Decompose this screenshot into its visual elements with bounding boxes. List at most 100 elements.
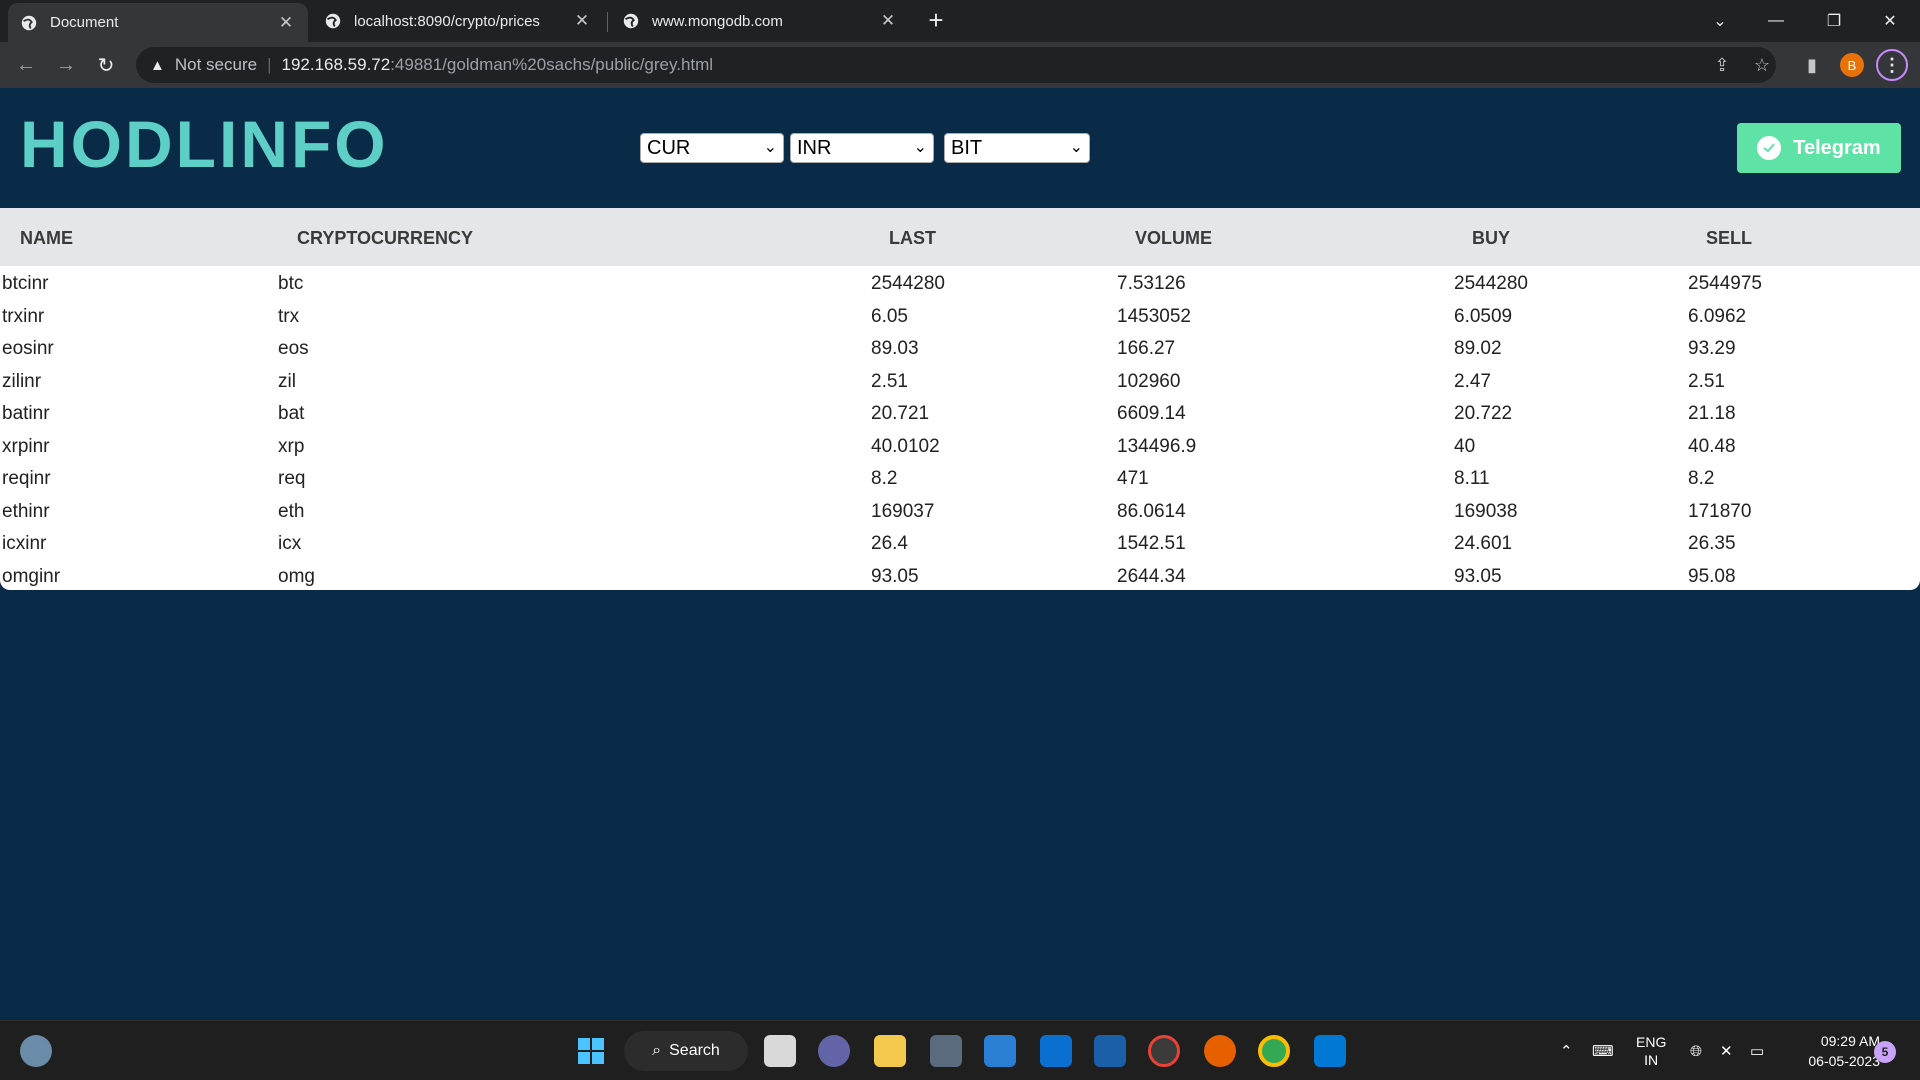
table-row: batinr bat 20.721 6609.14 20.722 21.18 bbox=[0, 396, 1920, 429]
tab-separator bbox=[607, 12, 608, 32]
cell-buy: 2544280 bbox=[1454, 273, 1528, 294]
cell-buy: 93.05 bbox=[1454, 565, 1502, 587]
telegram-label: Telegram bbox=[1793, 136, 1881, 159]
cell-sell: 171870 bbox=[1688, 500, 1752, 522]
cell-cryptocurrency: trx bbox=[278, 305, 300, 327]
bookmark-star-icon[interactable]: ☆ bbox=[1746, 49, 1778, 81]
tab-document[interactable]: Document ✕ bbox=[8, 3, 308, 42]
side-panel-icon[interactable]: ▮ bbox=[1796, 49, 1828, 81]
fiat-select-value: INR bbox=[797, 136, 832, 159]
tab-crypto-prices[interactable]: localhost:8090/crypto/prices ✕ bbox=[312, 0, 604, 42]
cell-name: icxinr bbox=[2, 533, 47, 554]
notification-badge[interactable]: 5 bbox=[1874, 1041, 1896, 1063]
cell-sell: 40.48 bbox=[1688, 435, 1736, 457]
battery-icon[interactable]: ▭ bbox=[1750, 1021, 1764, 1080]
store-icon[interactable] bbox=[1040, 1035, 1072, 1067]
cell-buy: 20.722 bbox=[1454, 403, 1513, 424]
taskbar-search[interactable]: ⌕ Search bbox=[624, 1031, 748, 1071]
teams-icon[interactable] bbox=[818, 1035, 850, 1067]
cell-last: 40.0102 bbox=[871, 435, 940, 457]
globe-icon bbox=[21, 15, 37, 30]
cell-sell: 93.29 bbox=[1688, 338, 1736, 359]
cell-volume: 7.53126 bbox=[1117, 273, 1186, 294]
close-icon[interactable]: ✕ bbox=[878, 11, 898, 31]
header-buy: BUY bbox=[1472, 228, 1511, 248]
header-name: NAME bbox=[20, 228, 73, 248]
tab-search-icon[interactable]: ⌄ bbox=[1692, 0, 1748, 42]
vscode-icon[interactable] bbox=[1314, 1035, 1346, 1067]
cell-cryptocurrency: btc bbox=[278, 273, 304, 294]
task-view-icon[interactable] bbox=[764, 1035, 796, 1067]
table-row: eosinr eos 89.03 166.27 89.02 93.29 bbox=[0, 331, 1920, 364]
cell-cryptocurrency: omg bbox=[278, 565, 315, 587]
cell-buy: 40 bbox=[1454, 435, 1476, 457]
restore-icon[interactable]: ❐ bbox=[1806, 0, 1862, 42]
cell-name: eosinr bbox=[2, 338, 54, 359]
globe-icon bbox=[325, 13, 341, 29]
share-icon[interactable]: ⇪ bbox=[1706, 49, 1738, 81]
new-tab-button[interactable]: + bbox=[920, 4, 952, 36]
prime-video-icon[interactable] bbox=[1094, 1035, 1126, 1067]
chrome-profile-icon[interactable] bbox=[1148, 1035, 1180, 1067]
firefox-icon[interactable] bbox=[1204, 1035, 1236, 1067]
network-icon[interactable]: 🌐︎ bbox=[1690, 1021, 1702, 1080]
table-row: btcinr btc 2544280 7.53126 2544280 2544975 bbox=[0, 266, 1920, 299]
tray-chevron-icon[interactable]: ⌃ bbox=[1560, 1021, 1573, 1080]
header-last: LAST bbox=[889, 228, 936, 248]
prices-table: NAME CRYPTOCURRENCY LAST VOLUME BUY SELL… bbox=[0, 208, 1920, 590]
reload-icon[interactable]: ↻ bbox=[90, 49, 122, 81]
volume-icon[interactable]: ✕ bbox=[1720, 1021, 1733, 1080]
mail-icon[interactable] bbox=[984, 1035, 1016, 1067]
cell-sell: 2.51 bbox=[1688, 370, 1725, 392]
cell-volume: 471 bbox=[1117, 468, 1149, 489]
telegram-button[interactable]: Telegram bbox=[1737, 123, 1901, 173]
page-header: HODLINFO CUR ⌄ INR ⌄ BIT ⌄ Telegram bbox=[0, 88, 1920, 208]
cell-volume: 166.27 bbox=[1117, 338, 1176, 359]
cell-last: 169037 bbox=[871, 500, 935, 522]
language-line2: IN bbox=[1644, 1052, 1659, 1068]
cell-name: ethinr bbox=[2, 500, 50, 522]
table-body: btcinr btc 2544280 7.53126 2544280 2544975 trx… bbox=[0, 266, 1920, 590]
clock[interactable]: 09:29 AM 06-05-2023 bbox=[1784, 1031, 1880, 1071]
file-explorer-icon[interactable] bbox=[874, 1035, 906, 1067]
cell-sell: 8.2 bbox=[1688, 468, 1715, 489]
coin-select[interactable]: BIT ⌄ bbox=[944, 133, 1090, 163]
table-row: xrpinr xrp 40.0102 134496.9 40 40.48 bbox=[0, 429, 1920, 462]
tab-mongodb[interactable]: www.mongodb.com ✕ bbox=[610, 0, 910, 42]
cell-volume: 1542.51 bbox=[1117, 533, 1186, 554]
weather-icon[interactable] bbox=[20, 1035, 52, 1067]
telegram-icon bbox=[1757, 136, 1782, 160]
start-icon[interactable] bbox=[575, 1035, 607, 1067]
minimize-icon[interactable]: — bbox=[1748, 0, 1804, 42]
menu-kebab-icon[interactable]: ⋮ bbox=[1876, 49, 1908, 81]
close-icon[interactable]: ✕ bbox=[572, 11, 592, 31]
search-icon: ⌕ bbox=[652, 1042, 662, 1059]
fiat-select[interactable]: INR ⌄ bbox=[790, 133, 934, 163]
window-close-icon[interactable]: ✕ bbox=[1862, 0, 1918, 42]
cell-name: reqinr bbox=[2, 468, 51, 489]
forward-icon[interactable]: → bbox=[50, 49, 82, 81]
cell-last: 89.03 bbox=[871, 338, 919, 359]
chevron-down-icon: ⌄ bbox=[913, 139, 927, 156]
cell-last: 2.51 bbox=[871, 370, 908, 392]
currency-select-value: CUR bbox=[647, 136, 691, 159]
cell-volume: 2644.34 bbox=[1117, 565, 1186, 587]
close-icon[interactable]: ✕ bbox=[276, 13, 296, 33]
keyboard-icon[interactable]: ⌨ bbox=[1592, 1021, 1614, 1080]
browser-tabstrip: Document ✕ localhost:8090/crypto/prices … bbox=[0, 0, 1920, 42]
address-bar[interactable]: ▲ Not secure | 192.168.59.72 :49881/gold… bbox=[136, 47, 1776, 83]
chevron-down-icon: ⌄ bbox=[763, 139, 777, 156]
chrome-icon[interactable] bbox=[1258, 1035, 1290, 1067]
cell-sell: 95.08 bbox=[1688, 565, 1736, 587]
cell-name: trxinr bbox=[2, 305, 45, 327]
back-icon[interactable]: ← bbox=[10, 49, 42, 81]
language-indicator[interactable]: ENG IN bbox=[1636, 1033, 1666, 1069]
cell-buy: 6.0509 bbox=[1454, 305, 1513, 327]
tab-title: www.mongodb.com bbox=[652, 12, 783, 30]
camera-icon[interactable] bbox=[930, 1035, 962, 1067]
cell-name: omginr bbox=[2, 565, 61, 587]
currency-select[interactable]: CUR ⌄ bbox=[640, 133, 784, 163]
profile-avatar[interactable]: B bbox=[1840, 53, 1864, 77]
table-row: zilinr zil 2.51 102960 2.47 2.51 bbox=[0, 364, 1920, 397]
tab-title: localhost:8090/crypto/prices bbox=[354, 12, 540, 30]
